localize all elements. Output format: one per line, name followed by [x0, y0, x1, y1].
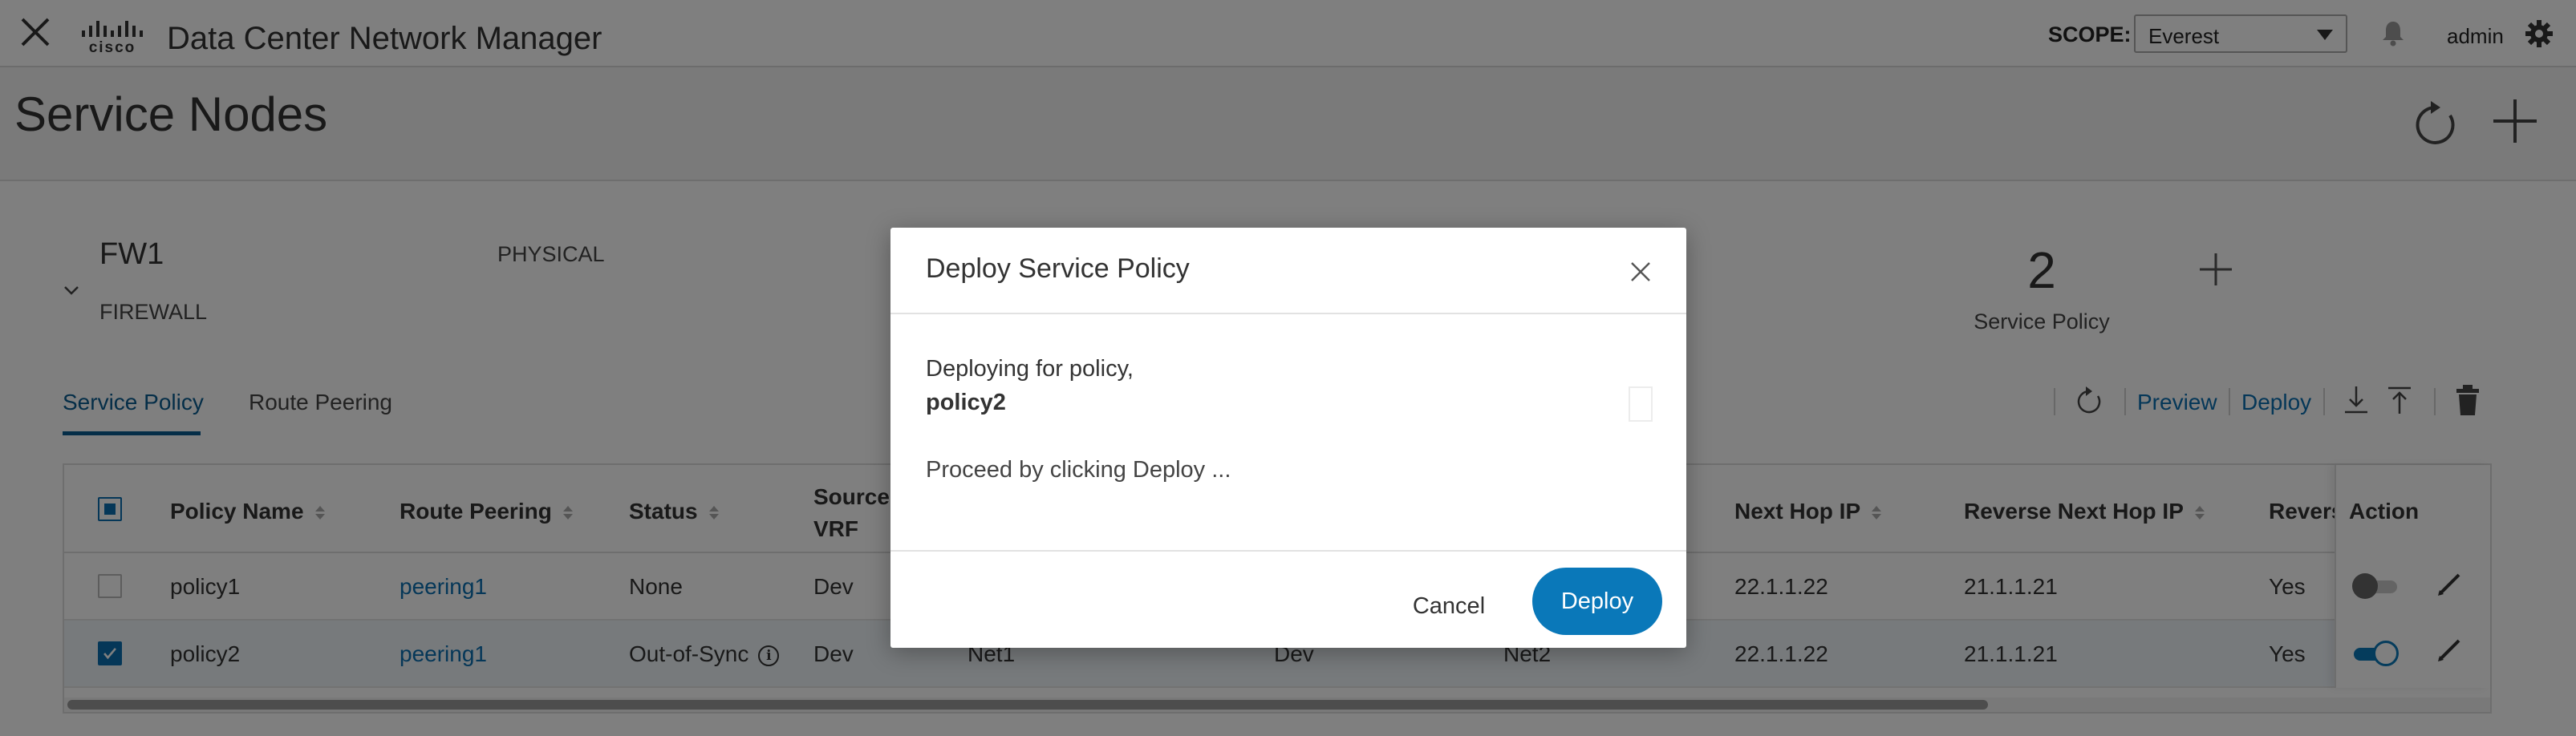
close-icon[interactable]	[1629, 260, 1653, 284]
dialog-divider	[890, 313, 1686, 314]
dialog-instruction: Proceed by clicking Deploy ...	[926, 457, 1231, 483]
dialog-message: Deploying for policy,	[926, 356, 1134, 382]
dialog-title: Deploy Service Policy	[926, 253, 1190, 284]
deploy-service-policy-dialog: Deploy Service Policy Deploying for poli…	[890, 228, 1686, 648]
dialog-divider	[890, 550, 1686, 552]
deploy-button[interactable]: Deploy	[1532, 568, 1662, 635]
dialog-scrollbar[interactable]	[1629, 386, 1653, 422]
dialog-policy-name: policy2	[926, 390, 1006, 415]
cancel-button[interactable]: Cancel	[1385, 572, 1513, 640]
